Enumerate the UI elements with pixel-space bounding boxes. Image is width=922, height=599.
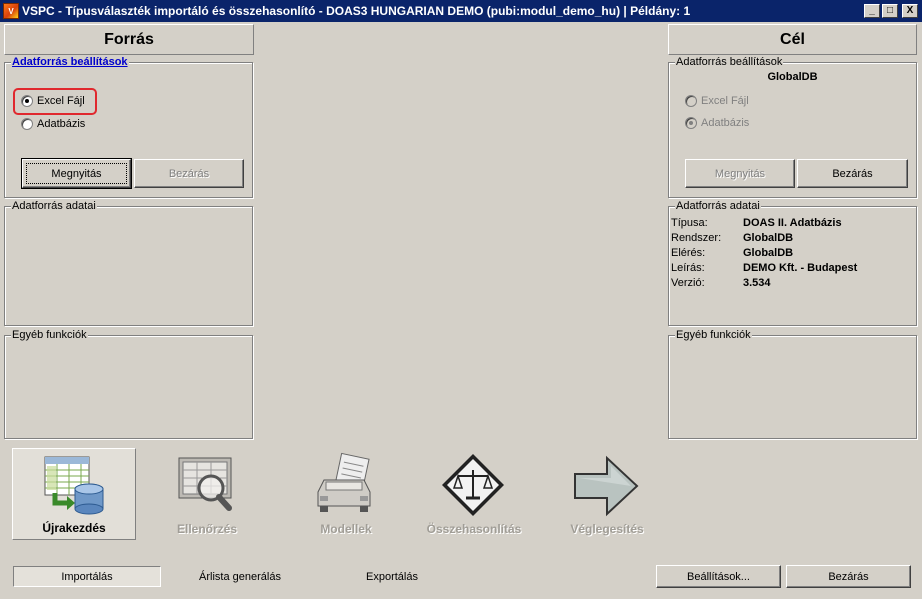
- tab-import[interactable]: Importálás: [13, 566, 161, 587]
- target-settings-group: Adatforrás beállítások GlobalDB Excel Fá…: [668, 56, 917, 198]
- maximize-button[interactable]: □: [882, 4, 898, 18]
- exit-button[interactable]: Bezárás: [786, 565, 911, 588]
- source-radio-database[interactable]: Adatbázis: [21, 118, 85, 130]
- inspect-tool-label: Ellenőrzés: [176, 522, 238, 536]
- radio-unchecked-icon: [685, 95, 697, 107]
- restart-tool-label: Újrakezdés: [42, 521, 106, 535]
- compare-tool-label: Összehasonlítás: [426, 522, 522, 536]
- source-settings-link[interactable]: Adatforrás beállítások: [11, 56, 129, 68]
- source-data-legend: Adatforrás adatai: [11, 200, 97, 212]
- target-settings-legend: Adatforrás beállítások: [675, 56, 784, 68]
- radio-unchecked-icon: [21, 118, 33, 130]
- models-icon: [317, 452, 371, 512]
- source-radio-excel[interactable]: Excel Fájl: [21, 95, 85, 107]
- title-bar: V VSPC - Típusválaszték importáló és öss…: [0, 0, 922, 22]
- target-data-group: Adatforrás adatai Típusa: DOAS II. Adatb…: [668, 200, 917, 326]
- source-header: Forrás: [4, 24, 254, 55]
- source-open-button[interactable]: Megnyitás: [21, 158, 132, 189]
- models-tool-label: Modellek: [320, 522, 372, 536]
- info-row: Leírás: DEMO Kft. - Budapest: [671, 262, 858, 274]
- info-row: Rendszer: GlobalDB: [671, 232, 794, 244]
- target-data-legend: Adatforrás adatai: [675, 200, 761, 212]
- restart-icon: [44, 456, 104, 515]
- minimize-button[interactable]: _: [864, 4, 880, 18]
- models-tool-button[interactable]: Modellek: [284, 448, 408, 540]
- source-close-button[interactable]: Bezárás: [134, 159, 244, 188]
- compare-icon: [442, 454, 504, 516]
- finalize-tool-button[interactable]: Véglegesítés: [545, 448, 669, 540]
- tab-export[interactable]: Exportálás: [318, 566, 466, 587]
- target-other-legend: Egyéb funkciók: [675, 329, 752, 341]
- target-db-name: GlobalDB: [767, 71, 818, 83]
- target-open-button[interactable]: Megnyitás: [685, 159, 795, 188]
- restart-tool-button[interactable]: Újrakezdés: [12, 448, 136, 540]
- target-radio-database[interactable]: Adatbázis: [685, 117, 749, 129]
- inspect-icon: [178, 457, 232, 511]
- target-radio-excel[interactable]: Excel Fájl: [685, 95, 749, 107]
- app-icon: V: [3, 3, 19, 19]
- target-header: Cél: [668, 24, 917, 55]
- source-data-group: Adatforrás adatai: [4, 200, 253, 326]
- radio-checked-icon: [685, 117, 697, 129]
- workspace-area: [256, 24, 666, 440]
- target-close-button[interactable]: Bezárás: [797, 159, 908, 188]
- radio-checked-icon: [21, 95, 33, 107]
- finalize-tool-label: Véglegesítés: [570, 522, 644, 536]
- source-other-legend: Egyéb funkciók: [11, 329, 88, 341]
- source-other-group: Egyéb funkciók: [4, 329, 253, 439]
- compare-tool-button[interactable]: Összehasonlítás: [412, 448, 536, 540]
- info-row: Típusa: DOAS II. Adatbázis: [671, 217, 842, 229]
- settings-button[interactable]: Beállítások...: [656, 565, 781, 588]
- finalize-icon: [574, 455, 639, 517]
- window-title: VSPC - Típusválaszték importáló és össze…: [22, 4, 691, 18]
- target-other-group: Egyéb funkciók: [668, 329, 917, 439]
- close-window-button[interactable]: X: [902, 4, 918, 18]
- tab-price-list[interactable]: Árlista generálás: [166, 566, 314, 587]
- inspect-tool-button[interactable]: Ellenőrzés: [145, 448, 269, 540]
- info-row: Elérés: GlobalDB: [671, 247, 794, 259]
- source-settings-group: Adatforrás beállítások Excel Fájl Adatbá…: [4, 56, 253, 198]
- info-row: Verzió: 3.534: [671, 277, 771, 289]
